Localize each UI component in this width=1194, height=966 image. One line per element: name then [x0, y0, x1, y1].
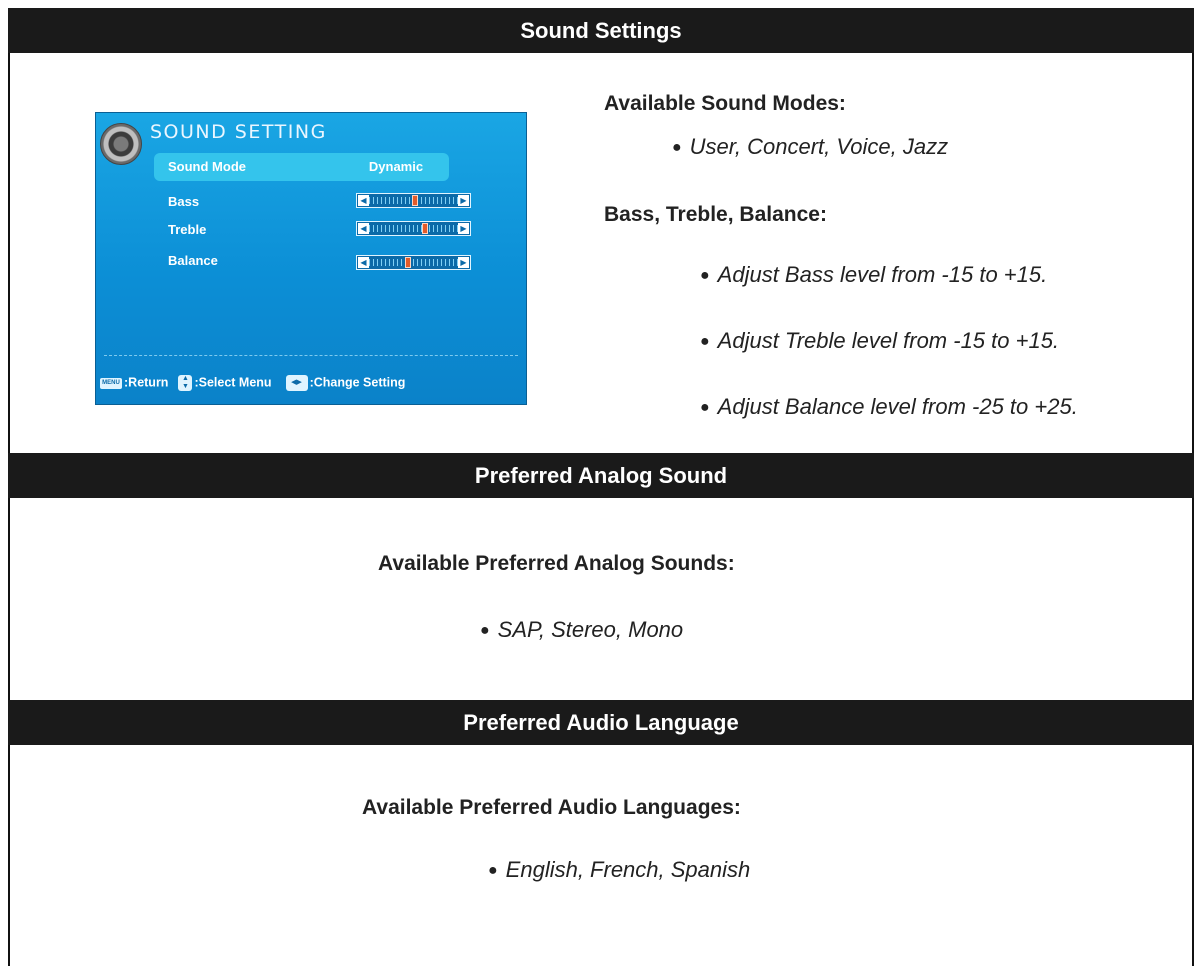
bass-range-text: Adjust Bass level from -15 to +15.: [717, 262, 1048, 287]
bullet-icon: ●: [700, 333, 710, 350]
analog-text: SAP, Stereo, Mono: [497, 617, 684, 642]
sound-modes-item: ● User, Concert, Voice, Jazz: [672, 134, 948, 160]
treble-slider[interactable]: ◀ ▶: [356, 221, 471, 236]
slider-left-arrow-icon[interactable]: ◀: [358, 195, 369, 206]
tv-row-balance-label: Balance: [168, 253, 218, 268]
menu-key-icon: MENU: [100, 377, 122, 389]
sound-modes-text: User, Concert, Voice, Jazz: [689, 134, 949, 159]
treble-range-text: Adjust Treble level from -15 to +15.: [717, 328, 1060, 353]
tv-menu-title: SOUND SETTING: [150, 121, 327, 143]
tv-row-sound-mode-label: Sound Mode: [168, 159, 246, 174]
left-right-key-icon: ◀▶: [285, 375, 308, 391]
slider-right-arrow-icon[interactable]: ▶: [458, 223, 469, 234]
tv-menu-footer: MENU:Return ▲ ▼:Select Menu ◀▶:Change Setti…: [100, 375, 405, 391]
slider-knob[interactable]: [411, 195, 418, 206]
slider-right-arrow-icon[interactable]: ▶: [458, 257, 469, 268]
audio-language-item: ● English, French, Spanish: [488, 857, 750, 883]
footer-return-label: :Return: [124, 375, 169, 390]
tv-sound-setting-menu: SOUND SETTING Sound Mode Dynamic Bass ◀ …: [95, 112, 527, 405]
balance-range-text: Adjust Balance level from -25 to +25.: [717, 394, 1078, 419]
slider-ticks: [369, 259, 458, 266]
btb-heading: Bass, Treble, Balance:: [604, 203, 827, 226]
footer-change-label: :Change Setting: [309, 375, 406, 390]
slider-left-arrow-icon[interactable]: ◀: [358, 257, 369, 268]
balance-slider[interactable]: ◀ ▶: [356, 255, 471, 270]
footer-select-label: :Select Menu: [194, 375, 272, 390]
bass-slider[interactable]: ◀ ▶: [356, 193, 471, 208]
analog-heading: Available Preferred Analog Sounds:: [378, 552, 735, 575]
slider-left-arrow-icon[interactable]: ◀: [358, 223, 369, 234]
bullet-icon: ●: [700, 267, 710, 284]
sound-modes-heading: Available Sound Modes:: [604, 92, 846, 115]
slider-right-arrow-icon[interactable]: ▶: [458, 195, 469, 206]
tv-menu-divider: [104, 355, 518, 356]
bullet-icon: ●: [700, 399, 710, 416]
bullet-icon: ●: [488, 862, 498, 879]
tv-row-bass-label: Bass: [168, 194, 200, 209]
balance-range-item: ● Adjust Balance level from -25 to +25.: [700, 394, 1078, 420]
up-down-key-icon: ▲ ▼: [178, 375, 193, 391]
slider-knob[interactable]: [404, 257, 411, 268]
section-header-sound-settings: Sound Settings: [8, 8, 1194, 53]
slider-ticks: [369, 225, 458, 232]
bass-range-item: ● Adjust Bass level from -15 to +15.: [700, 262, 1047, 288]
bullet-icon: ●: [672, 139, 682, 156]
bullet-icon: ●: [480, 622, 490, 639]
tv-row-treble-label: Treble: [168, 222, 207, 237]
treble-range-item: ● Adjust Treble level from -15 to +15.: [700, 328, 1059, 354]
tv-row-sound-mode-value: Dynamic: [368, 159, 424, 174]
audio-language-text: English, French, Spanish: [505, 857, 751, 882]
section-header-preferred-analog-sound: Preferred Analog Sound: [8, 453, 1194, 498]
analog-item: ● SAP, Stereo, Mono: [480, 617, 683, 643]
speaker-disc-icon: [100, 123, 142, 165]
audio-language-heading: Available Preferred Audio Languages:: [362, 796, 741, 819]
section-header-preferred-audio-language: Preferred Audio Language: [8, 700, 1194, 745]
slider-knob[interactable]: [421, 223, 428, 234]
